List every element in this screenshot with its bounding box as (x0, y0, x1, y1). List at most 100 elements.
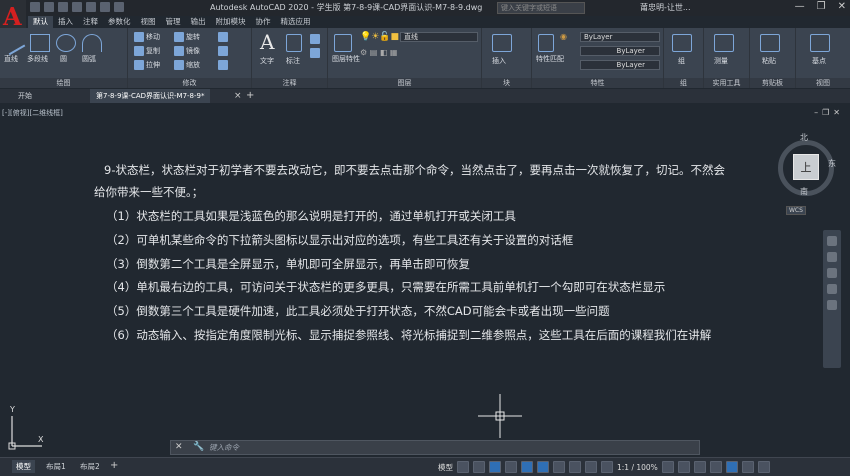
close-tab-icon[interactable]: × (234, 91, 242, 101)
group-tool[interactable]: 组 (678, 56, 685, 66)
block-panel-label[interactable]: 块 (482, 78, 531, 88)
basepoint-icon[interactable] (810, 34, 830, 52)
transparency-icon[interactable] (569, 461, 581, 473)
search-input[interactable]: 键入关键字或短语 (497, 2, 585, 14)
snap-icon[interactable] (473, 461, 485, 473)
tab-addins[interactable]: 附加模块 (211, 16, 251, 28)
text-tool[interactable]: 文字 (260, 56, 274, 66)
view-panel-label[interactable]: 视图 (796, 78, 850, 88)
tab-view[interactable]: 视图 (136, 16, 161, 28)
saveas-icon[interactable] (72, 2, 82, 12)
polyline-tool[interactable]: 多段线 (27, 54, 48, 64)
lineweight-dropdown[interactable]: ByLayer (580, 60, 660, 70)
lineweight-icon[interactable] (553, 461, 565, 473)
color-dropdown[interactable]: ByLayer (580, 32, 660, 42)
draw-panel-label[interactable]: 绘图 (0, 78, 127, 88)
dimension-icon[interactable] (286, 34, 302, 52)
maximize-icon[interactable]: ❐ (817, 1, 826, 12)
tab-parametric[interactable]: 参数化 (103, 16, 136, 28)
rotate-tool[interactable]: 旋转 (174, 32, 200, 42)
new-tab-icon[interactable]: + (246, 90, 254, 101)
insert-tool[interactable]: 插入 (492, 56, 506, 66)
add-layout-icon[interactable]: + (110, 460, 118, 471)
save-icon[interactable] (58, 2, 68, 12)
selection-cycling-icon[interactable] (585, 461, 597, 473)
compass-east[interactable]: 东 (828, 158, 836, 169)
match-properties-icon[interactable] (538, 34, 554, 52)
command-input[interactable]: 键入命令 (209, 442, 689, 453)
circle-tool[interactable]: 圆 (60, 54, 67, 64)
basepoint-tool[interactable]: 基点 (812, 56, 826, 66)
copy-tool[interactable]: 复制 (134, 46, 160, 56)
scale-tool[interactable]: 缩放 (174, 60, 200, 70)
measure-tool[interactable]: 测量 (714, 56, 728, 66)
viewport-minimize-icon[interactable]: – (814, 108, 822, 117)
tab-default[interactable]: 默认 (28, 16, 53, 28)
insert-icon[interactable] (492, 34, 512, 52)
layer-tools-icon[interactable]: ⚙ ▤ ◧ ▦ (360, 48, 397, 57)
minimize-icon[interactable]: — (795, 1, 805, 12)
close-command-icon[interactable]: ✕ (175, 442, 183, 452)
osnap-icon[interactable] (537, 461, 549, 473)
new-icon[interactable] (30, 2, 40, 12)
ortho-icon[interactable] (489, 461, 501, 473)
mirror-tool[interactable]: 镜像 (174, 46, 200, 56)
viewport-restore-icon[interactable]: ❐ (822, 108, 833, 117)
steering-wheel-icon[interactable] (827, 236, 837, 246)
layers-panel-label[interactable]: 图层 (328, 78, 481, 88)
line-icon[interactable] (0, 30, 26, 56)
undo-icon[interactable] (100, 2, 110, 12)
paste-icon[interactable] (760, 34, 780, 52)
tab-manage[interactable]: 管理 (161, 16, 186, 28)
polyline-icon[interactable] (30, 34, 50, 52)
tab-collaborate[interactable]: 协作 (251, 16, 276, 28)
polar-icon[interactable] (505, 461, 517, 473)
tab-featured-apps[interactable]: 精选应用 (276, 16, 316, 28)
viewcube[interactable]: 上 北 南 东 (774, 132, 844, 204)
table-icon[interactable] (310, 48, 320, 58)
fullscreen-icon[interactable] (741, 461, 754, 473)
orbit-icon[interactable] (827, 284, 837, 294)
viewport-label[interactable]: [-][俯视][二维线框] (2, 108, 63, 118)
viewcube-top-face[interactable]: 上 (793, 154, 819, 180)
tab-insert[interactable]: 插入 (53, 16, 78, 28)
redo-icon[interactable] (114, 2, 124, 12)
annotation-scale-icon[interactable] (601, 461, 613, 473)
layout2-tab[interactable]: 布局2 (76, 460, 104, 473)
fillet-icon[interactable] (218, 46, 228, 56)
showmotion-icon[interactable] (827, 300, 837, 310)
circle-icon[interactable] (56, 34, 76, 52)
zoom-icon[interactable] (827, 268, 837, 278)
layout1-tab[interactable]: 布局1 (42, 460, 70, 473)
utilities-panel-label[interactable]: 实用工具 (704, 78, 749, 88)
match-properties-tool[interactable]: 特性匹配 (536, 54, 564, 64)
customization-menu-icon[interactable] (757, 461, 770, 473)
linetype-dropdown[interactable]: ByLayer (580, 46, 660, 56)
group-icon[interactable] (672, 34, 692, 52)
clipboard-panel-label[interactable]: 剪贴板 (750, 78, 795, 88)
start-tab[interactable]: 开始 (12, 89, 38, 103)
layer-dropdown[interactable]: 直线 (400, 32, 478, 42)
move-tool[interactable]: 移动 (134, 32, 160, 42)
properties-panel-label[interactable]: 特性 (532, 78, 663, 88)
stretch-tool[interactable]: 拉伸 (134, 60, 160, 70)
pan-icon[interactable] (827, 252, 837, 262)
tab-annotate[interactable]: 注释 (78, 16, 103, 28)
customize-command-icon[interactable]: 🔧 (193, 442, 204, 452)
text-icon[interactable]: A (260, 30, 274, 54)
user-account[interactable]: 莆忠明-让世... (640, 2, 691, 13)
model-tab[interactable]: 模型 (12, 460, 35, 473)
layer-properties-icon[interactable] (334, 34, 352, 52)
close-icon[interactable]: ✕ (838, 1, 846, 12)
modify-panel-label[interactable]: 修改 (128, 78, 251, 88)
arc-tool[interactable]: 圆弧 (82, 54, 96, 64)
compass-north[interactable]: 北 (800, 132, 808, 143)
scale-readout[interactable]: 1:1 / 100% (617, 463, 658, 472)
compass-south[interactable]: 南 (800, 186, 808, 197)
paste-tool[interactable]: 粘贴 (762, 56, 776, 66)
array-icon[interactable] (218, 60, 228, 70)
wcs-menu[interactable]: WCS (786, 206, 806, 215)
settings-gear-icon[interactable] (661, 461, 674, 473)
drawing-canvas[interactable]: [-][俯视][二维线框] –❐✕ 9-状态栏，状态栏对于初学者不要去改动它，即… (0, 104, 850, 456)
isolate-objects-icon[interactable] (709, 461, 722, 473)
